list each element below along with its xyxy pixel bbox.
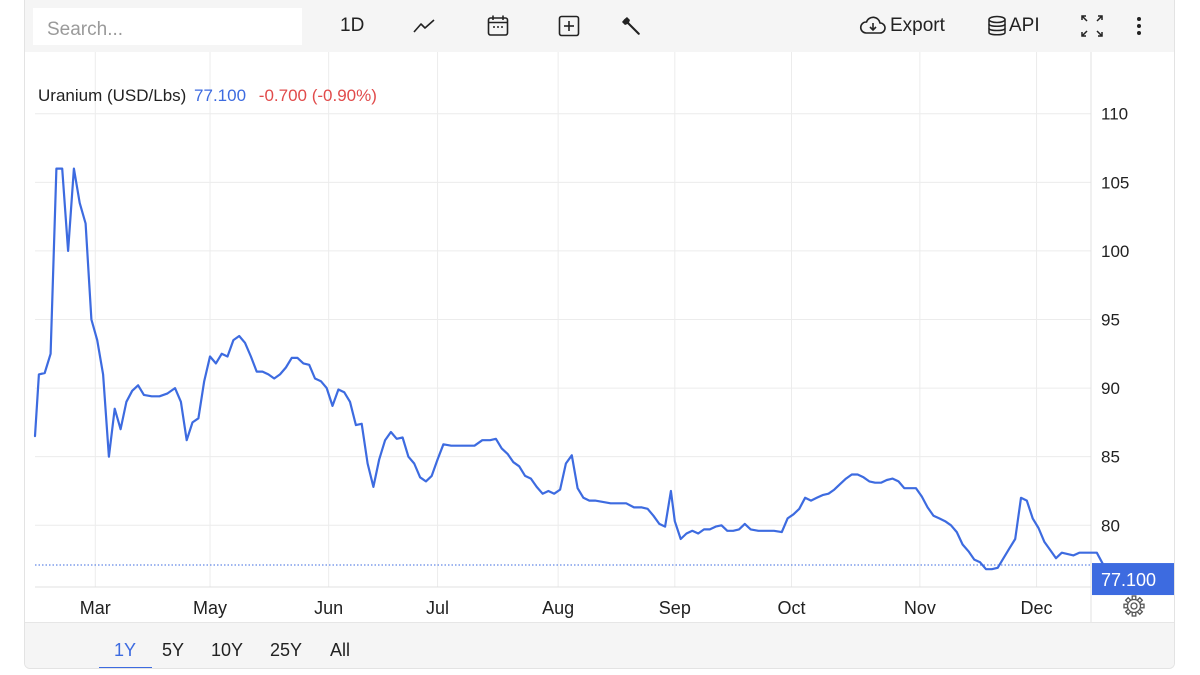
- active-range-indicator: [99, 667, 152, 668]
- range-selector: 1Y 5Y 10Y 25Y All: [25, 622, 1174, 668]
- gear-icon[interactable]: [1123, 595, 1145, 617]
- compare-button[interactable]: [557, 10, 581, 42]
- chart-toolbar: 1D: [25, 0, 1174, 52]
- export-button[interactable]: Export: [859, 10, 945, 42]
- x-tick-label: Oct: [778, 598, 806, 618]
- interval-label: 1D: [340, 15, 365, 36]
- chart-widget: 1D: [24, 0, 1175, 669]
- more-vertical-icon: [1137, 17, 1141, 35]
- y-tick-label: 85: [1101, 448, 1120, 467]
- y-tick-label: 110: [1101, 105, 1128, 124]
- search-input[interactable]: [33, 8, 302, 45]
- y-tick-label: 80: [1101, 516, 1120, 535]
- range-25y-button[interactable]: 25Y: [270, 640, 302, 661]
- cloud-download-icon: [859, 16, 886, 34]
- wrench-icon: [622, 17, 640, 35]
- more-options-button[interactable]: [1133, 10, 1145, 42]
- legend-price: 77.100: [194, 86, 247, 105]
- range-10y-button[interactable]: 10Y: [211, 640, 243, 661]
- line-chart-icon: [413, 19, 435, 33]
- chart-legend: Uranium (USD/Lbs) 77.100 -0.700 (-0.90%): [38, 86, 377, 106]
- chart-type-button[interactable]: [412, 10, 436, 42]
- date-range-button[interactable]: [486, 10, 510, 42]
- series-line-uranium: [33, 167, 1104, 571]
- settings-tools-button[interactable]: [620, 10, 644, 42]
- plot-area[interactable]: 80 85 90 95 100 105 110 Mar May Jun Jul Aug Sep Oct No…: [25, 52, 1174, 622]
- legend-change: -0.700 (-0.90%): [258, 86, 377, 105]
- x-tick-label: Jun: [314, 598, 343, 618]
- calendar-icon: [487, 15, 509, 36]
- x-tick-label: Dec: [1021, 598, 1053, 618]
- x-tick-label: Jul: [426, 598, 449, 618]
- database-icon: [988, 15, 1006, 36]
- price-chart: 80 85 90 95 100 105 110 Mar May Jun Jul Aug Sep Oct No…: [33, 52, 1174, 622]
- compare-add-icon: [558, 15, 580, 37]
- api-button[interactable]: API: [987, 10, 1040, 42]
- api-label: API: [1009, 15, 1040, 36]
- interval-button[interactable]: 1D: [340, 10, 364, 42]
- y-tick-label: 95: [1101, 311, 1120, 330]
- range-1y-button[interactable]: 1Y: [114, 640, 136, 661]
- export-label: Export: [890, 15, 945, 36]
- x-tick-label: Nov: [904, 598, 936, 618]
- last-price-tag-label: 77.100: [1101, 570, 1156, 590]
- y-tick-label: 100: [1101, 242, 1129, 261]
- range-5y-button[interactable]: 5Y: [162, 640, 184, 661]
- x-tick-label: May: [193, 598, 227, 618]
- x-tick-label: Aug: [542, 598, 574, 618]
- range-all-button[interactable]: All: [330, 640, 350, 661]
- fullscreen-icon: [1081, 15, 1103, 37]
- legend-instrument-name: Uranium (USD/Lbs): [38, 86, 187, 105]
- x-tick-label: Sep: [659, 598, 691, 618]
- fullscreen-button[interactable]: [1079, 10, 1105, 42]
- x-tick-label: Mar: [80, 598, 111, 618]
- y-tick-label: 90: [1101, 379, 1120, 398]
- y-tick-label: 105: [1101, 173, 1129, 192]
